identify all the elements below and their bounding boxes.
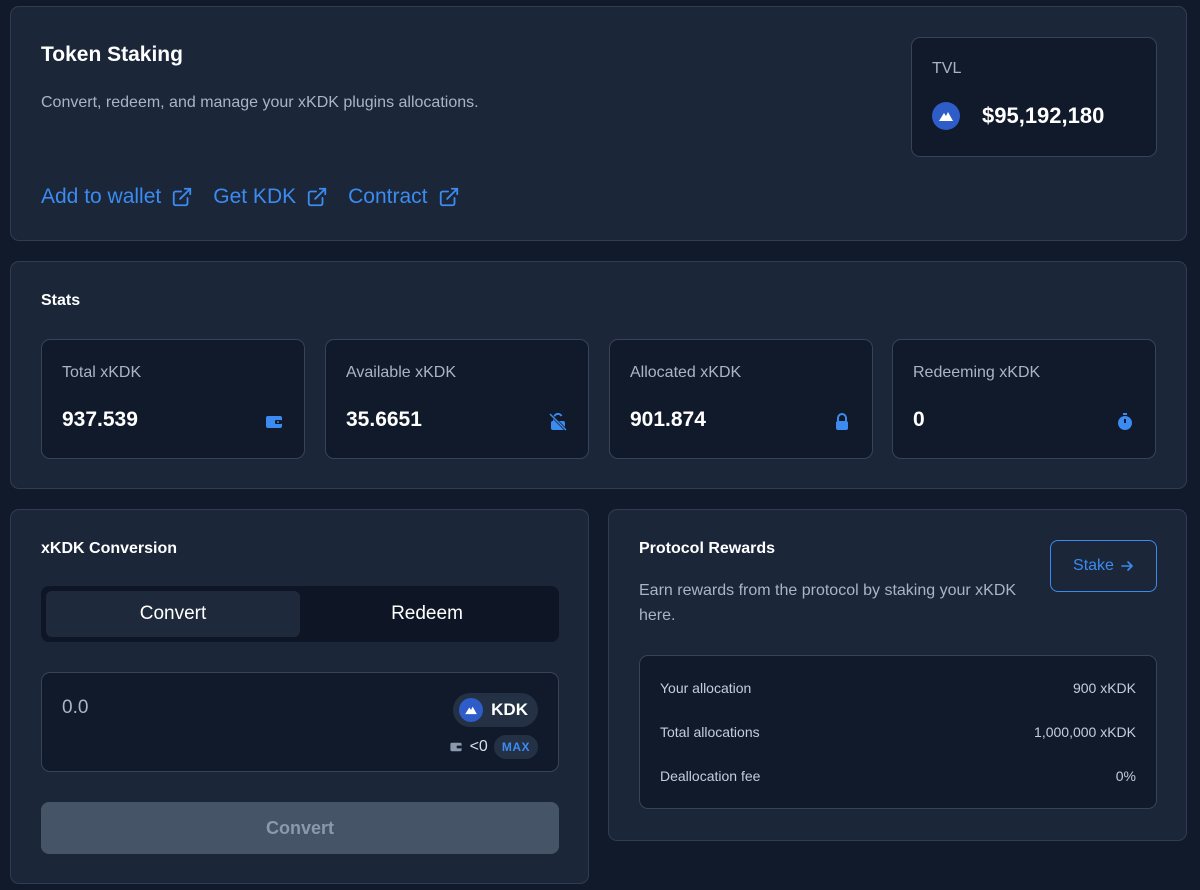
- stat-value: 0: [913, 408, 925, 431]
- wallet-icon: [449, 742, 462, 752]
- tvl-value: $95,192,180: [982, 103, 1105, 128]
- row-value: 1,000,000 xKDK: [1034, 724, 1136, 740]
- page-title: Token Staking: [41, 43, 183, 66]
- stake-label: Stake: [1073, 557, 1114, 574]
- tab-redeem[interactable]: Redeem: [300, 591, 554, 637]
- row-label: Your allocation: [660, 680, 752, 696]
- add-to-wallet-link[interactable]: Add to wallet: [41, 185, 193, 209]
- conversion-title: xKDK Conversion: [41, 540, 178, 557]
- stat-allocated-xkdk: Allocated xKDK 901.874: [609, 339, 873, 459]
- protocol-rewards-card: Protocol Rewards Earn rewards from the p…: [608, 509, 1187, 841]
- allocation-row: Deallocation fee 0%: [660, 768, 1136, 784]
- header-links: Add to wallet Get KDK Contract: [41, 185, 460, 209]
- stat-value: 901.874: [630, 408, 706, 431]
- amount-input[interactable]: [62, 697, 362, 719]
- stat-available-xkdk: Available xKDK 35.6651: [325, 339, 589, 459]
- stake-button[interactable]: Stake: [1050, 540, 1157, 592]
- amount-box: KDK <0 MAX: [41, 672, 559, 772]
- tvl-row: $95,192,180: [932, 102, 1104, 130]
- stat-redeeming-xkdk: Redeeming xKDK 0: [892, 339, 1156, 459]
- convert-button[interactable]: Convert: [41, 802, 559, 854]
- external-link-icon: [173, 187, 192, 207]
- add-to-wallet-label: Add to wallet: [41, 185, 162, 208]
- page-subtitle: Convert, redeem, and manage your xKDK pl…: [41, 94, 479, 111]
- wallet-icon: [266, 416, 282, 428]
- tvl-box: TVL $95,192,180: [911, 37, 1157, 157]
- rewards-title: Protocol Rewards: [639, 540, 776, 557]
- xkdk-conversion-card: xKDK Conversion Convert Redeem KDK <0 MA…: [10, 509, 589, 884]
- get-kdk-link[interactable]: Get KDK: [213, 185, 328, 209]
- timer-icon: [1118, 413, 1132, 430]
- stat-value: 35.6651: [346, 408, 422, 431]
- unlock-icon: [548, 412, 568, 432]
- row-value: 900 xKDK: [1072, 680, 1136, 696]
- kdk-token-icon: [932, 102, 960, 130]
- row-value: 0%: [1115, 768, 1136, 784]
- stat-label: Redeeming xKDK: [913, 364, 1041, 381]
- allocation-summary: Your allocation 900 xKDK Total allocatio…: [639, 655, 1157, 809]
- token-staking-header-card: Token Staking Convert, redeem, and manag…: [10, 6, 1187, 241]
- lock-icon: [836, 413, 848, 430]
- allocation-row: Your allocation 900 xKDK: [660, 680, 1136, 696]
- stat-total-xkdk: Total xKDK 937.539: [41, 339, 305, 459]
- conversion-tabs: Convert Redeem: [41, 586, 559, 642]
- allocation-row: Total allocations 1,000,000 xKDK: [660, 724, 1136, 740]
- get-kdk-label: Get KDK: [213, 185, 297, 208]
- token-symbol: KDK: [491, 700, 528, 719]
- rewards-description: Earn rewards from the protocol by stakin…: [639, 582, 1017, 624]
- tab-convert[interactable]: Convert: [46, 591, 300, 637]
- arrow-right-icon: [1121, 561, 1133, 571]
- token-selector[interactable]: KDK: [453, 693, 538, 727]
- stat-label: Total xKDK: [62, 364, 142, 381]
- contract-label: Contract: [348, 185, 428, 208]
- balance-value: <0: [469, 738, 488, 755]
- row-label: Total allocations: [660, 724, 760, 740]
- contract-link[interactable]: Contract: [348, 185, 459, 209]
- row-label: Deallocation fee: [660, 768, 761, 784]
- stat-label: Available xKDK: [346, 364, 456, 381]
- stat-label: Allocated xKDK: [630, 364, 742, 381]
- balance-row: <0 MAX: [448, 735, 538, 759]
- tvl-label: TVL: [932, 60, 962, 77]
- stats-title: Stats: [41, 292, 81, 309]
- max-button[interactable]: MAX: [493, 735, 538, 759]
- kdk-token-icon: [459, 698, 484, 722]
- external-link-icon: [439, 187, 458, 207]
- external-link-icon: [307, 187, 327, 207]
- stats-card: Stats Total xKDK 937.539 Available xKDK …: [10, 261, 1187, 489]
- stat-value: 937.539: [62, 408, 138, 431]
